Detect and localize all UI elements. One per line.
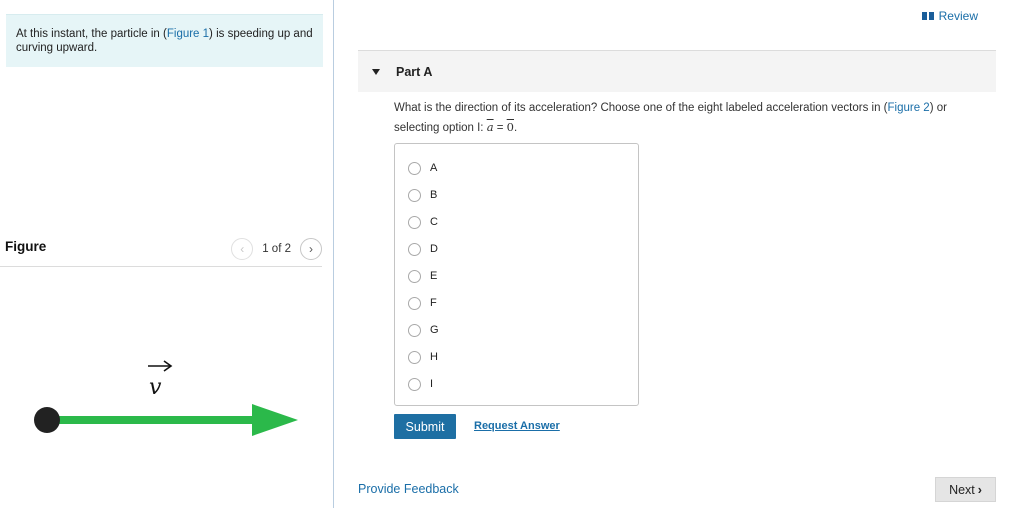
intro-text-before: At this instant, the particle in ( — [16, 28, 167, 40]
velocity-arrowhead — [252, 404, 298, 436]
left-panel: At this instant, the particle in (Figure… — [0, 0, 334, 508]
radio-button[interactable] — [408, 269, 421, 283]
answer-choices: A B C D E F G H I — [394, 143, 639, 406]
figure-canvas: v — [34, 360, 298, 436]
choice-option[interactable]: E — [408, 268, 437, 284]
choice-option[interactable]: F — [408, 295, 437, 311]
review-link[interactable]: Review — [921, 9, 978, 23]
request-answer-link[interactable]: Request Answer — [474, 420, 560, 432]
radio-button[interactable] — [408, 188, 421, 202]
radio-button[interactable] — [408, 215, 421, 229]
choice-label: G — [430, 324, 439, 336]
radio-button[interactable] — [408, 323, 421, 337]
choice-label: B — [430, 189, 438, 201]
figure-header: Figure ‹ 1 of 2 › — [0, 234, 322, 267]
review-label: Review — [938, 9, 978, 23]
chevron-right-icon: › — [977, 482, 982, 497]
figure-title: Figure — [5, 239, 47, 254]
choice-label: E — [430, 270, 438, 282]
math-a-vector: a — [486, 120, 494, 134]
figure-2-link[interactable]: Figure 2 — [888, 102, 930, 114]
next-button[interactable]: Next › — [935, 477, 996, 502]
problem-intro: At this instant, the particle in (Figure… — [6, 14, 323, 67]
choice-label: F — [430, 297, 437, 309]
question-before: What is the direction of its acceleratio… — [394, 102, 888, 114]
choice-option[interactable]: I — [408, 376, 433, 392]
collapse-caret-icon[interactable] — [372, 69, 380, 75]
part-a-header[interactable]: Part A — [358, 50, 996, 92]
choice-label: C — [430, 216, 438, 228]
question-text: What is the direction of its acceleratio… — [394, 99, 974, 138]
prev-figure-button[interactable]: ‹ — [231, 238, 254, 260]
math-equals: = — [493, 122, 507, 134]
radio-button[interactable] — [408, 377, 421, 391]
choice-option[interactable]: B — [408, 187, 437, 203]
figure-pager: ‹ 1 of 2 › — [231, 238, 322, 260]
next-label: Next — [949, 482, 975, 497]
chevron-right-icon: › — [309, 242, 313, 256]
submit-button[interactable]: Submit — [394, 414, 456, 439]
math-zero-vector: 0 — [506, 120, 514, 134]
next-figure-button[interactable]: › — [300, 238, 322, 260]
radio-button[interactable] — [408, 161, 421, 175]
chevron-left-icon: ‹ — [240, 242, 245, 256]
choice-label: H — [430, 351, 438, 363]
choice-option[interactable]: D — [408, 241, 438, 257]
math-end: . — [514, 122, 518, 134]
provide-feedback-link[interactable]: Provide Feedback — [358, 482, 459, 496]
choice-label: A — [430, 162, 438, 174]
book-icon — [921, 12, 934, 20]
choice-option[interactable]: C — [408, 214, 438, 230]
choice-option[interactable]: A — [408, 160, 437, 176]
radio-button[interactable] — [408, 350, 421, 364]
choice-option[interactable]: H — [408, 349, 438, 365]
choice-label: D — [430, 243, 438, 255]
velocity-label: v — [149, 375, 162, 400]
choice-label: I — [430, 378, 434, 390]
radio-button[interactable] — [408, 242, 421, 256]
figure-page-count: 1 of 2 — [262, 243, 291, 255]
particle — [34, 407, 60, 433]
part-title: Part A — [396, 65, 433, 79]
figure-1-link[interactable]: Figure 1 — [167, 28, 209, 40]
choice-option[interactable]: G — [408, 322, 439, 338]
radio-button[interactable] — [408, 296, 421, 310]
